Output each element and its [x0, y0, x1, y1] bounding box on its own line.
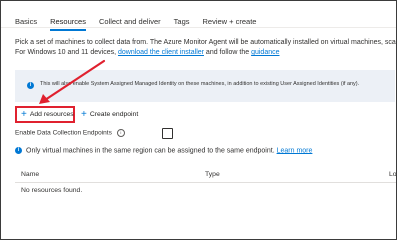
notice-text: Only virtual machines in the same region…	[26, 147, 277, 155]
column-header-type[interactable]: Type	[205, 171, 220, 178]
plus-icon: +	[81, 108, 87, 120]
description-line-2: For Windows 10 and 11 devices, download …	[15, 48, 396, 58]
tab-collect-and-deliver[interactable]: Collect and deliver	[99, 17, 161, 31]
table-header-divider	[15, 182, 396, 183]
create-endpoint-button[interactable]: + Create endpoint	[81, 106, 138, 123]
download-client-installer-link[interactable]: download the client installer	[118, 49, 204, 56]
create-dcr-wizard-frame: Basics Resources Collect and deliver Tags Re…	[0, 0, 397, 240]
region-notice: i Only virtual machines in the same regio…	[15, 147, 312, 154]
info-tooltip-icon[interactable]: i	[116, 129, 125, 137]
info-banner: i This will also enable System Assigned …	[15, 70, 395, 102]
tab-basics[interactable]: Basics	[15, 17, 37, 31]
enable-dce-checkbox[interactable]	[162, 128, 173, 139]
learn-more-link[interactable]: Learn more	[277, 147, 313, 154]
tab-resources[interactable]: Resources	[50, 17, 86, 31]
resources-description: Pick a set of machines to collect data f…	[15, 38, 396, 58]
tabs-divider	[1, 27, 396, 28]
description-prefix: For Windows 10 and 11 devices,	[15, 49, 118, 56]
info-icon: i	[27, 82, 34, 89]
column-header-location[interactable]: Lo	[389, 171, 396, 178]
create-endpoint-label: Create endpoint	[89, 111, 139, 118]
description-line-1: Pick a set of machines to collect data f…	[15, 39, 396, 46]
empty-table-message: No resources found.	[21, 187, 83, 194]
add-resources-label: Add resources	[29, 111, 74, 118]
banner-text: This will also enable System Assigned Ma…	[40, 81, 360, 87]
description-middle: and follow the	[203, 49, 252, 56]
plus-icon: +	[21, 108, 27, 120]
tab-review-create[interactable]: Review + create	[203, 17, 257, 31]
column-header-name[interactable]: Name	[21, 171, 39, 178]
info-icon: i	[15, 147, 22, 154]
add-resources-button[interactable]: + Add resources	[15, 106, 75, 123]
dce-row: Enable Data Collection Endpoints i	[15, 129, 125, 137]
guidance-link[interactable]: guidance	[251, 49, 279, 56]
dce-label: Enable Data Collection Endpoints	[15, 129, 112, 137]
tab-tags[interactable]: Tags	[174, 17, 190, 31]
